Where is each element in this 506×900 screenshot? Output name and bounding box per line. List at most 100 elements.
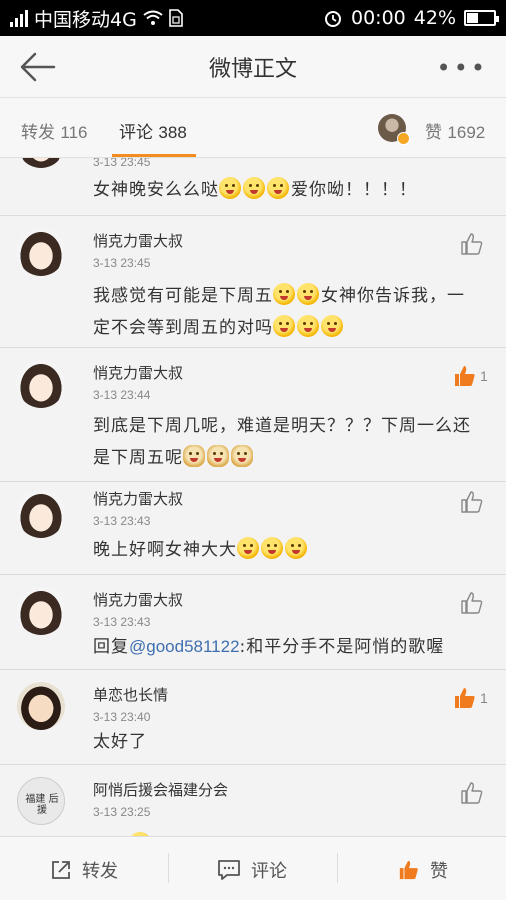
comment-text: 回复@good581122:和平分手不是阿悄的歌喔 — [93, 631, 485, 663]
comment-text: 我感觉有可能是下周五 女神你告诉我，一 定不会等到周五的对吗 — [93, 280, 485, 344]
comment-time: 3-13 23:43 — [93, 615, 151, 629]
comment-text-part: :和平分手不是阿悄的歌喔 — [239, 637, 445, 657]
comment-text-main: 女神晚安么么哒 — [93, 180, 219, 200]
mention-link[interactable]: @good581122 — [129, 637, 240, 656]
smile-emoji-icon — [237, 537, 259, 559]
divider — [337, 853, 338, 883]
back-arrow-icon[interactable] — [18, 50, 58, 84]
comment-button[interactable]: 评论 — [217, 857, 287, 883]
comment-text-part: 我感觉有可能是下周五 — [93, 286, 273, 306]
comment-item: 单恋也长情 3-13 23:40 1 太好了 — [0, 670, 506, 765]
clock-text: 00:00 — [351, 7, 406, 29]
tab-like-count: 1692 — [447, 123, 486, 142]
comment-text: 到底是下周几呢，难道是明天？？？下周一么还 是下周五呢 — [93, 410, 485, 474]
avatar[interactable] — [17, 360, 65, 408]
avatar-logo-text: 福建 后援 — [25, 794, 59, 816]
comment-time: 3-13 23:45 — [93, 158, 151, 169]
bottom-action-bar: 转发 评论 赞 — [0, 836, 506, 900]
comment-time: 3-13 23:40 — [93, 710, 151, 724]
avatar[interactable] — [17, 158, 65, 168]
active-tab-indicator — [112, 154, 196, 157]
comment-icon — [218, 860, 240, 880]
tab-repost-count: 116 — [60, 123, 88, 142]
laugh-emoji-icon — [297, 283, 319, 305]
smile-emoji-icon — [285, 537, 307, 559]
thumbs-up-icon[interactable] — [460, 591, 484, 615]
page-title: 微博正文 — [208, 56, 297, 82]
battery-icon — [464, 10, 499, 26]
signal-icon — [10, 9, 28, 27]
comment-text-suffix: 爱你呦！！！！ — [291, 180, 417, 200]
comment-item: 福建 后援 阿悄后援会福建分会 3-13 23:25 — [0, 765, 506, 836]
tongue-emoji-icon — [321, 315, 343, 337]
thumbs-up-icon[interactable] — [460, 490, 484, 514]
smile-emoji-icon — [261, 537, 283, 559]
comment-text-part: 到底是下周几呢，难道是明天？？？下周一么还 — [93, 416, 471, 436]
doge-emoji-icon — [183, 445, 205, 467]
comment-text — [93, 829, 485, 836]
comment-time: 3-13 23:44 — [93, 388, 151, 402]
thumbs-up-active-icon[interactable] — [453, 686, 477, 710]
repost-label: 转发 — [82, 861, 118, 882]
more-options-icon[interactable]: ••• — [437, 54, 488, 82]
comment-text-part: 女神你告诉我，一 — [321, 286, 465, 306]
tab-repost-label: 转发 — [21, 123, 55, 143]
avatar[interactable] — [17, 490, 65, 538]
laugh-emoji-icon — [273, 283, 295, 305]
liker-avatar[interactable] — [378, 114, 410, 145]
tongue-emoji-icon — [273, 315, 295, 337]
tab-like-label: 赞 — [425, 123, 442, 143]
kiss-emoji-icon — [267, 177, 289, 199]
comment-username[interactable]: 悄克力雷大叔 — [93, 488, 183, 509]
comment-text: 女神晚安么么哒 爱你呦！！！！ — [93, 174, 485, 206]
title-bar: 微博正文 ••• — [0, 36, 506, 98]
like-count: 1 — [480, 368, 488, 384]
comment-list[interactable]: 3-13 23:45 女神晚安么么哒 爱你呦！！！！ 悄克力雷大叔 3-13 23… — [0, 158, 506, 836]
tab-comment-label: 评论 — [119, 123, 153, 143]
avatar[interactable]: 福建 后援 — [17, 777, 65, 825]
comment-item: 悄克力雷大叔 3-13 23:43 晚上好啊女神大大 — [0, 482, 506, 575]
comment-time: 3-13 23:45 — [93, 256, 151, 270]
thumbs-up-icon[interactable] — [460, 232, 484, 256]
alarm-icon — [325, 11, 341, 27]
reply-prefix: 回复 — [93, 637, 129, 657]
tab-comment-count: 388 — [158, 123, 187, 142]
tab-repost[interactable]: 转发 116 — [21, 118, 88, 143]
status-bar: 中国移动4G 00:00 42% — [0, 0, 506, 36]
share-icon — [52, 861, 70, 879]
repost-button[interactable]: 转发 — [50, 857, 118, 883]
comment-text: 太好了 — [93, 732, 147, 752]
comment-username[interactable]: 单恋也长情 — [93, 684, 168, 705]
comment-username[interactable]: 阿悄后援会福建分会 — [93, 779, 228, 800]
divider — [168, 853, 169, 883]
comment-item: 3-13 23:45 女神晚安么么哒 爱你呦！！！！ — [0, 158, 506, 216]
doge-emoji-icon — [231, 445, 253, 467]
comment-text: 晚上好啊女神大大 — [93, 534, 485, 566]
avatar[interactable] — [17, 682, 65, 730]
comment-time: 3-13 23:43 — [93, 514, 151, 528]
comment-item: 悄克力雷大叔 3-13 23:44 1 到底是下周几呢，难道是明天？？？下周一么… — [0, 348, 506, 482]
wifi-icon — [143, 10, 163, 25]
thumbs-up-active-icon — [399, 860, 418, 880]
like-label: 赞 — [430, 861, 448, 882]
like-count: 1 — [480, 690, 488, 706]
doge-emoji-icon — [207, 445, 229, 467]
kiss-emoji-icon — [219, 177, 241, 199]
comment-username[interactable]: 悄克力雷大叔 — [93, 230, 183, 251]
tab-comment[interactable]: 评论 388 — [119, 118, 187, 143]
tongue-emoji-icon — [297, 315, 319, 337]
carrier-label: 中国移动4G — [34, 8, 137, 31]
thumbs-up-icon[interactable] — [460, 781, 484, 805]
comment-text-part: 定不会等到周五的对吗 — [93, 318, 273, 338]
like-button[interactable]: 赞 — [398, 857, 448, 883]
avatar[interactable] — [17, 228, 65, 276]
comment-label: 评论 — [251, 861, 287, 882]
thumbs-up-active-icon[interactable] — [453, 364, 477, 388]
sim-icon — [169, 9, 183, 27]
comment-username[interactable]: 悄克力雷大叔 — [93, 362, 183, 383]
avatar[interactable] — [17, 587, 65, 635]
comment-item: 悄克力雷大叔 3-13 23:45 我感觉有可能是下周五 女神你告诉我，一 定不会… — [0, 216, 506, 348]
comment-username[interactable]: 悄克力雷大叔 — [93, 589, 183, 610]
verified-badge-icon — [397, 132, 410, 145]
tab-like[interactable]: 赞 1692 — [425, 118, 485, 143]
